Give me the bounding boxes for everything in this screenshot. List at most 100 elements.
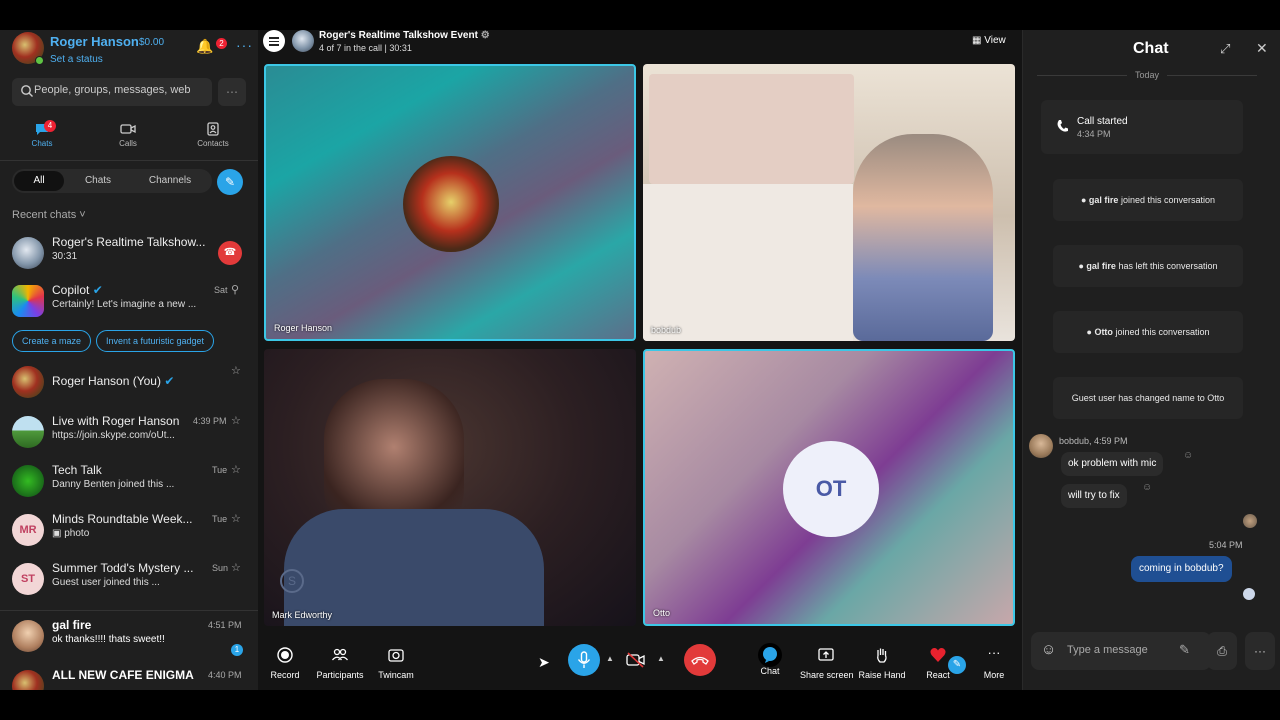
call-started-card[interactable]: Call started 4:34 PM	[1041, 100, 1243, 154]
bell-icon[interactable]: 🔔	[196, 38, 213, 55]
video-tile-bobdub[interactable]: bobdub	[643, 64, 1015, 341]
chat-time: 4:51 PM	[208, 620, 242, 630]
list-item[interactable]: Tech Talk Danny Benten joined this ... T…	[0, 459, 258, 505]
outgoing-message[interactable]: coming in bobdub?	[1131, 556, 1232, 582]
message-input[interactable]	[1067, 644, 1167, 656]
list-item[interactable]: Roger's Realtime Talkshow... 30:31 ☎	[0, 231, 258, 277]
verified-icon: ✔	[164, 374, 175, 388]
chat-preview: 30:31	[52, 251, 78, 262]
list-item[interactable]: ALL NEW CAFE ENIGMA 4:40 PM	[0, 664, 258, 690]
pen-icon[interactable]: ✎	[1179, 642, 1190, 658]
system-user-name: gal fire	[1088, 195, 1119, 205]
chat-preview: ok thanks!!!! thats sweet!!	[52, 634, 165, 645]
filter-all[interactable]: All	[14, 171, 64, 191]
tab-contacts[interactable]: Contacts	[178, 118, 248, 158]
gear-icon[interactable]: ⚙	[481, 30, 490, 41]
chat-preview: Certainly! Let's imagine a new ...	[52, 299, 197, 310]
avatar	[12, 237, 44, 269]
new-chat-button[interactable]: ✎	[217, 169, 243, 195]
favorite-star-icon[interactable]: ☆	[231, 561, 241, 574]
chevron-up-icon[interactable]: ▲	[606, 654, 614, 663]
video-tile-otto[interactable]: OT Otto	[643, 349, 1015, 626]
microphone-button[interactable]	[568, 644, 600, 676]
twincam-button[interactable]: Twincam	[370, 646, 422, 680]
avatar	[12, 670, 44, 690]
participants-button[interactable]: Participants	[314, 646, 366, 680]
list-item[interactable]: MR Minds Roundtable Week... ▣ photo Tue …	[0, 508, 258, 554]
top-black-bar	[0, 0, 1280, 30]
call-started-time: 4:34 PM	[1077, 129, 1111, 139]
view-button[interactable]: ▦ View	[972, 35, 1006, 46]
video-tile-mark[interactable]: S Mark Edworthy	[264, 349, 636, 626]
system-user-name: Otto	[1094, 327, 1113, 337]
video-camera-icon	[120, 124, 136, 134]
emoji-react-icon[interactable]: ☺	[1142, 482, 1152, 493]
filter-chats[interactable]: Chats	[72, 171, 124, 191]
incoming-message[interactable]: ok problem with mic	[1061, 452, 1164, 476]
set-status-link[interactable]: Set a status	[50, 54, 103, 65]
chat-name: Live with Roger Hanson	[52, 414, 180, 428]
call-title[interactable]: Roger's Realtime Talkshow Event ⚙	[319, 30, 490, 41]
favorite-star-icon[interactable]: ☆	[231, 364, 241, 377]
tab-chats[interactable]: Chats	[7, 118, 77, 158]
close-icon[interactable]: ✕	[1256, 40, 1268, 57]
emoji-icon[interactable]: ☺	[1041, 641, 1056, 658]
favorite-star-icon[interactable]: ☆	[231, 414, 241, 427]
record-icon	[277, 647, 293, 663]
suggestion-futuristic-gadget[interactable]: Invent a futuristic gadget	[96, 330, 215, 352]
message-composer[interactable]: ☺ ✎	[1031, 632, 1211, 670]
hang-up-icon[interactable]: ☎	[218, 241, 242, 265]
list-item[interactable]: ST Summer Todd's Mystery ... Guest user …	[0, 557, 258, 603]
tab-calls[interactable]: Calls	[93, 118, 163, 158]
emoji-react-icon[interactable]: ☺	[1183, 450, 1193, 461]
end-call-button[interactable]	[684, 644, 716, 676]
chat-button[interactable]: Chat	[744, 643, 796, 676]
dialpad-icon[interactable]: ⋯	[218, 78, 246, 106]
avatar-icon: ●	[1080, 195, 1087, 205]
chevron-up-icon[interactable]: ▲	[657, 654, 665, 663]
share-screen-button[interactable]: Share screen	[800, 646, 854, 680]
profile-balance[interactable]: $0.00	[139, 37, 164, 48]
hang-up-icon	[691, 656, 709, 665]
list-item[interactable]: Live with Roger Hanson https://join.skyp…	[0, 410, 258, 456]
chat-time: Sat	[214, 285, 228, 295]
chat-time: Tue	[212, 514, 228, 524]
call-subtitle: 4 of 7 in the call | 30:31	[319, 43, 412, 53]
record-button[interactable]: Record	[259, 646, 311, 680]
chat-preview-text: photo	[64, 528, 90, 539]
recent-chats-header[interactable]: Recent chats ˅	[12, 209, 86, 221]
more-options-icon[interactable]: ···	[1245, 632, 1275, 670]
avatar	[12, 465, 44, 497]
filter-channels[interactable]: Channels	[142, 171, 198, 191]
profile-header[interactable]: Roger Hanson $0.00 Set a status 🔔 2 ···	[12, 32, 252, 66]
expand-icon[interactable]: ⤢	[1220, 41, 1230, 57]
menu-icon[interactable]	[263, 30, 285, 52]
more-options-icon[interactable]: ···	[236, 37, 253, 53]
pencil-icon[interactable]: ✎	[948, 656, 966, 674]
favorite-star-icon[interactable]: ☆	[231, 512, 241, 525]
chats-unread-badge: 4	[44, 120, 56, 132]
chat-icon	[758, 643, 782, 667]
list-item[interactable]: Copilot ✔ Certainly! Let's imagine a new…	[0, 279, 258, 325]
avatar[interactable]	[1029, 434, 1053, 458]
share-screen-label: Share screen	[800, 670, 854, 680]
favorite-star-icon[interactable]: ☆	[231, 463, 241, 476]
search-input[interactable]	[34, 84, 208, 96]
list-item[interactable]: gal fire ok thanks!!!! thats sweet!! 4:5…	[0, 614, 258, 660]
raise-hand-button[interactable]: Raise Hand	[856, 646, 908, 680]
video-tile-roger[interactable]: Roger Hanson	[264, 64, 636, 341]
contacts-icon	[207, 122, 219, 136]
more-button[interactable]: ··· More	[968, 646, 1020, 681]
search-box[interactable]	[12, 78, 212, 106]
search-icon	[21, 85, 33, 97]
grid-icon: ▦	[972, 35, 982, 46]
list-item[interactable]: Roger Hanson (You) ✔ ☆	[0, 360, 258, 406]
video-off-icon[interactable]	[626, 652, 646, 668]
chat-preview: https://join.skype.com/oUt...	[52, 430, 175, 441]
attach-file-icon[interactable]: ⎙	[1207, 632, 1237, 670]
suggestion-create-maze[interactable]: Create a maze	[12, 330, 92, 352]
pin-icon[interactable]: ⚲	[231, 283, 239, 296]
chat-name: ALL NEW CAFE ENIGMA	[52, 668, 194, 682]
incoming-message[interactable]: will try to fix	[1061, 484, 1127, 508]
profile-name[interactable]: Roger Hanson	[50, 34, 139, 49]
